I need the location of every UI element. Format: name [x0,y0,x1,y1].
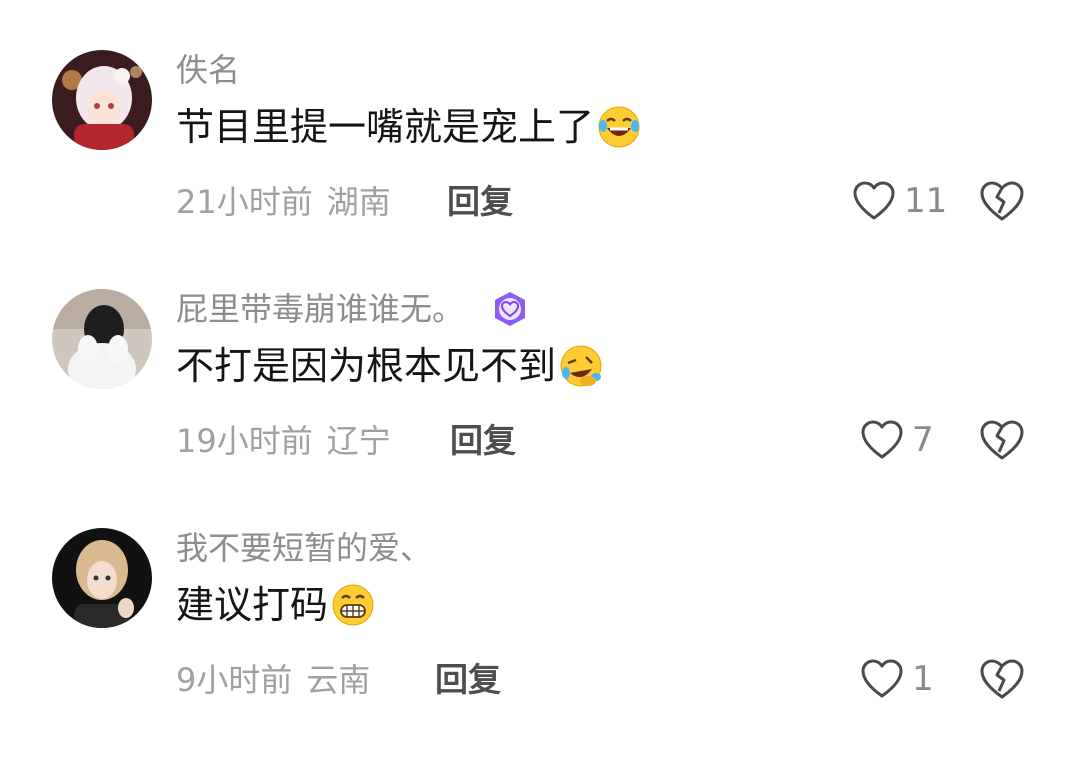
comment-meta: 21小时前 湖南 [176,182,391,222]
like-count: 1 [912,659,934,699]
heart-icon [853,181,895,220]
comment-text-content: 节目里提一嘴就是宠上了 [176,105,595,149]
like-count: 11 [904,181,948,221]
comment-time: 19小时前 [176,422,313,460]
comment-location: 辽宁 [326,422,391,460]
heart-icon [861,420,903,459]
comment-text: 建议打码 [176,582,376,628]
like-button[interactable]: 7 [860,417,934,463]
tears-of-joy-emoji-icon [596,104,642,150]
avatar[interactable] [52,528,152,628]
like-button[interactable]: 1 [860,656,934,702]
reply-button[interactable]: 回复 [450,421,516,461]
reply-button[interactable]: 回复 [435,660,501,700]
broken-heart-icon [980,181,1024,221]
comment-item: 我不要短暂的爱、 建议打码 9小时前 云南 回复 1 [0,528,1080,768]
reply-button[interactable]: 回复 [447,182,513,222]
comment-username-text: 屁里带毒崩谁谁无。 [176,290,465,328]
purple-heart-badge-icon [492,291,528,327]
comment-meta: 9小时前 云南 [176,660,370,700]
comment-username[interactable]: 佚名 [176,52,240,88]
rolling-laugh-emoji-icon [558,343,604,389]
comment-username[interactable]: 屁里带毒崩谁谁无。 [176,291,528,327]
comment-username[interactable]: 我不要短暂的爱、 [176,530,432,566]
comment-location: 云南 [306,661,371,699]
comment-item: 屁里带毒崩谁谁无。 不打是因为根本见不到 19小时前 辽宁 回复 7 [0,289,1080,529]
avatar[interactable] [52,50,152,150]
comment-time: 9小时前 [176,661,293,699]
comment-text: 节目里提一嘴就是宠上了 [176,104,642,150]
comment-time: 21小时前 [176,183,313,221]
like-count: 7 [912,420,934,460]
comment-meta: 19小时前 辽宁 [176,421,391,461]
dislike-button[interactable] [978,418,1026,462]
heart-icon [861,659,903,698]
grinning-teeth-emoji-icon [330,582,376,628]
broken-heart-icon [980,659,1024,699]
comment-text-content: 不打是因为根本见不到 [176,344,557,388]
comment-text: 不打是因为根本见不到 [176,343,604,389]
comment-item: 佚名 节目里提一嘴就是宠上了 21小时前 湖南 回复 11 [0,50,1080,290]
dislike-button[interactable] [978,179,1026,223]
avatar[interactable] [52,289,152,389]
like-button[interactable]: 11 [852,178,947,224]
dislike-button[interactable] [978,657,1026,701]
comment-text-content: 建议打码 [176,583,329,627]
broken-heart-icon [980,420,1024,460]
comment-location: 湖南 [326,183,391,221]
